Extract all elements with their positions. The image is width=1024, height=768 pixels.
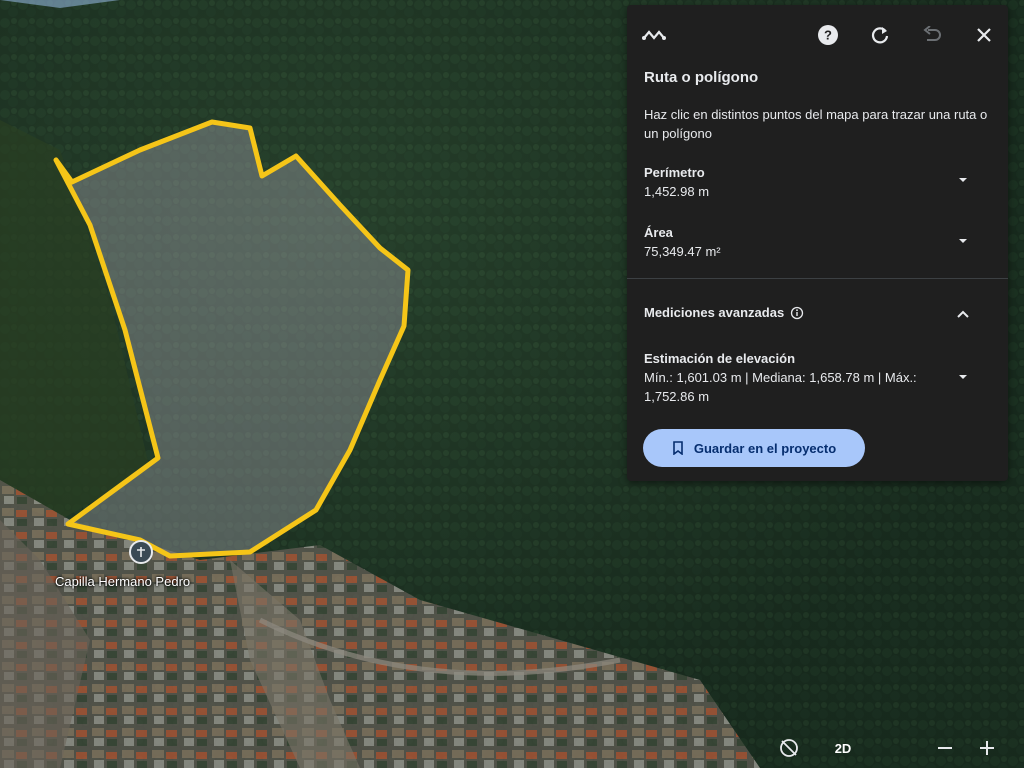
chevron-down-icon[interactable] bbox=[956, 370, 970, 384]
area-value: 75,349.47 m² bbox=[644, 244, 721, 259]
save-to-project-button[interactable]: Guardar en el proyecto bbox=[643, 429, 865, 467]
path-icon bbox=[641, 21, 669, 49]
close-icon[interactable] bbox=[970, 21, 998, 49]
place-pin-icon[interactable] bbox=[129, 540, 153, 564]
save-button-label: Guardar en el proyecto bbox=[693, 440, 837, 456]
elevation-value: Mín.: 1,601.03 m | Mediana: 1,658.78 m |… bbox=[644, 370, 917, 404]
perimeter-section: Perímetro 1,452.98 m bbox=[644, 163, 964, 201]
area-label: Área bbox=[644, 225, 673, 240]
chevron-down-icon[interactable] bbox=[956, 234, 970, 248]
place-label[interactable]: Capilla Hermano Pedro bbox=[55, 574, 190, 589]
panel-divider bbox=[627, 278, 1008, 279]
help-icon[interactable]: ? bbox=[814, 21, 842, 49]
undo-icon[interactable] bbox=[918, 21, 946, 49]
advanced-measurements-label: Mediciones avanzadas bbox=[644, 305, 785, 320]
panel-description: Haz clic en distintos puntos del mapa pa… bbox=[644, 107, 988, 141]
chevron-down-icon[interactable] bbox=[956, 173, 970, 187]
reset-icon[interactable] bbox=[866, 21, 894, 49]
area-section: Área 75,349.47 m² bbox=[644, 223, 964, 261]
perimeter-label: Perímetro bbox=[644, 165, 705, 180]
elevation-label: Estimación de elevación bbox=[644, 351, 796, 366]
view-mode-toggle[interactable]: 2D bbox=[828, 734, 858, 762]
bookmark-icon bbox=[673, 441, 683, 455]
compass-icon[interactable] bbox=[775, 734, 803, 762]
info-icon[interactable] bbox=[790, 306, 804, 320]
elevation-section: Estimación de elevación Mín.: 1,601.03 m… bbox=[644, 349, 934, 406]
perimeter-value: 1,452.98 m bbox=[644, 184, 710, 199]
panel-title: Ruta o polígono bbox=[644, 69, 759, 86]
chevron-up-icon[interactable] bbox=[956, 307, 970, 321]
zoom-out-icon[interactable] bbox=[933, 734, 957, 762]
advanced-measurements-header[interactable]: Mediciones avanzadas bbox=[644, 305, 804, 320]
measurement-panel: ? Ruta o polígono Haz clic en distintos … bbox=[627, 5, 1008, 481]
zoom-in-icon[interactable] bbox=[975, 734, 999, 762]
svg-text:?: ? bbox=[824, 28, 832, 43]
